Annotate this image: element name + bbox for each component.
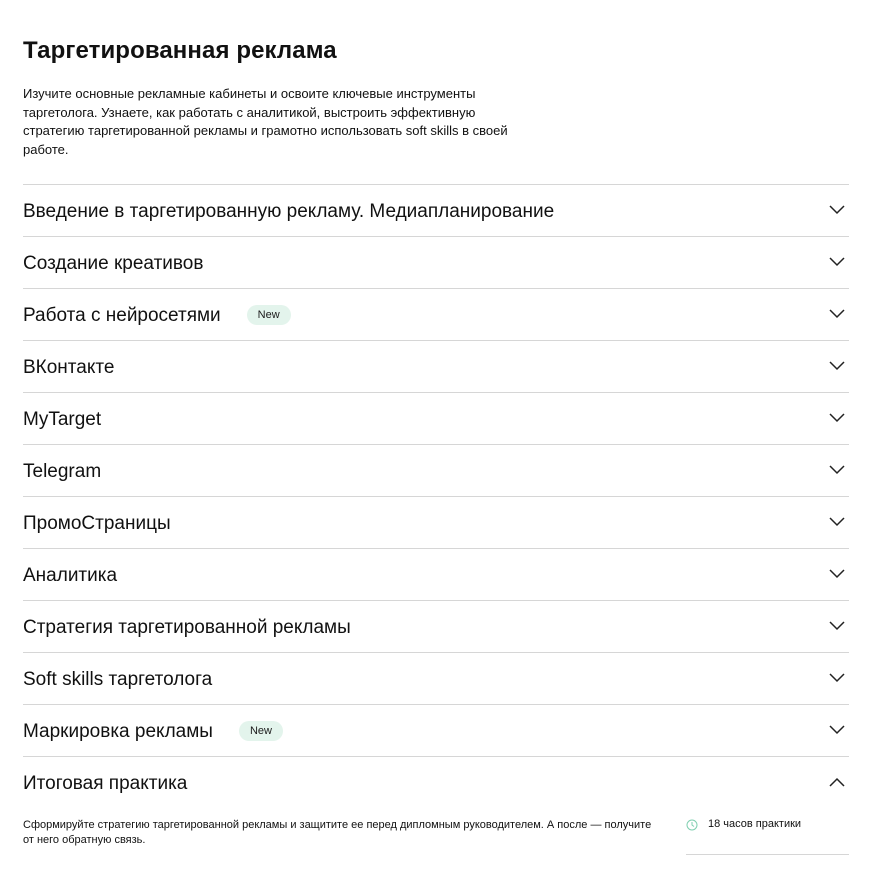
- chevron-down-icon: [829, 672, 845, 682]
- module-item[interactable]: Маркировка рекламы New: [23, 704, 849, 756]
- module-title: Работа с нейросетями: [23, 304, 221, 326]
- duration-text: 18 часов практики: [708, 818, 802, 830]
- chevron-down-icon: [829, 568, 845, 578]
- module-title: Стратегия таргетированной рекламы: [23, 616, 351, 638]
- module-description: Сформируйте стратегию таргетированной ре…: [23, 819, 652, 846]
- module-title: ВКонтакте: [23, 356, 115, 378]
- new-badge: New: [238, 720, 283, 741]
- module-item[interactable]: MyTarget: [23, 392, 849, 444]
- clock-icon: [686, 819, 698, 831]
- chevron-down-icon: [829, 412, 845, 422]
- chevron-up-icon: [829, 777, 845, 787]
- module-title: ПромоСтраницы: [23, 512, 171, 534]
- chevron-down-icon: [829, 360, 845, 370]
- module-title: MyTarget: [23, 408, 102, 430]
- chevron-down-icon: [829, 308, 845, 318]
- chevron-down-icon: [829, 516, 845, 526]
- chevron-down-icon: [829, 620, 845, 630]
- module-title: Создание креативов: [23, 252, 204, 274]
- module-item[interactable]: Аналитика: [23, 548, 849, 600]
- module-item[interactable]: Soft skills таргетолога: [23, 652, 849, 704]
- module-title: Итоговая практика: [23, 772, 188, 794]
- chevron-down-icon: [829, 464, 845, 474]
- module-item[interactable]: Telegram: [23, 444, 849, 496]
- module-item[interactable]: ВКонтакте: [23, 340, 849, 392]
- module-title: Telegram: [23, 460, 102, 482]
- module-item[interactable]: Стратегия таргетированной рекламы: [23, 600, 849, 652]
- chevron-down-icon: [829, 724, 845, 734]
- modules-accordion: Введение в таргетированную рекламу. Меди…: [23, 184, 849, 888]
- module-item[interactable]: Введение в таргетированную рекламу. Меди…: [23, 184, 849, 236]
- section-title: Таргетированная реклама: [23, 37, 337, 64]
- module-item[interactable]: Работа с нейросетями New: [23, 288, 849, 340]
- section-intro: Изучите основные рекламные кабинеты и ос…: [23, 86, 508, 157]
- module-item[interactable]: Создание креативов: [23, 236, 849, 288]
- module-title: Аналитика: [23, 564, 118, 586]
- module-title: Soft skills таргетолога: [23, 668, 213, 690]
- module-title: Введение в таргетированную рекламу. Меди…: [23, 200, 555, 222]
- module-duration: 18 часов практики: [686, 818, 849, 855]
- module-title: Маркировка рекламы: [23, 720, 213, 742]
- new-badge: New: [246, 304, 291, 325]
- chevron-down-icon: [829, 256, 845, 266]
- chevron-down-icon: [829, 204, 845, 214]
- module-content: Сформируйте стратегию таргетированной ре…: [23, 808, 849, 888]
- module-item[interactable]: ПромоСтраницы: [23, 496, 849, 548]
- module-item-expanded[interactable]: Итоговая практика: [23, 756, 849, 808]
